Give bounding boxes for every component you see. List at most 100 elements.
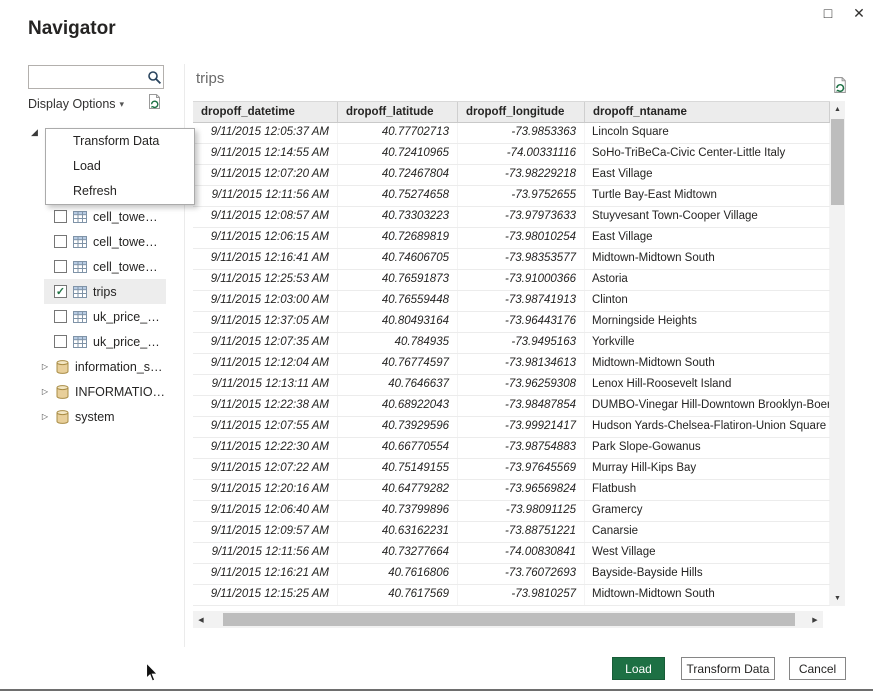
tree-item-label: cell_towe… — [93, 235, 158, 249]
table-cell: 9/11/2015 12:07:20 AM — [193, 165, 338, 185]
table-cell: 9/11/2015 12:16:41 AM — [193, 249, 338, 269]
table-icon — [73, 286, 87, 298]
column-header: dropoff_ntaname — [585, 102, 830, 122]
table-row: 9/11/2015 12:11:56 AM40.73277664-74.0083… — [193, 543, 830, 564]
search-input[interactable] — [29, 70, 145, 84]
close-icon[interactable]: ✕ — [849, 5, 869, 22]
table-cell: 9/11/2015 12:06:15 AM — [193, 228, 338, 248]
table-cell: Astoria — [585, 270, 830, 290]
table-cell: 40.7616806 — [338, 564, 458, 584]
table-cell: Hudson Yards-Chelsea-Flatiron-Union Squa… — [585, 417, 830, 437]
table-cell: -73.9810257 — [458, 585, 585, 605]
table-cell: -73.76072693 — [458, 564, 585, 584]
table-row: 9/11/2015 12:07:22 AM40.75149155-73.9764… — [193, 459, 830, 480]
tree-folder-label: INFORMATIO… — [75, 385, 165, 399]
table-row: 9/11/2015 12:16:41 AM40.74606705-73.9835… — [193, 249, 830, 270]
chevron-right-icon[interactable]: ▷ — [40, 412, 50, 421]
table-cell: Gramercy — [585, 501, 830, 521]
cancel-button[interactable]: Cancel — [789, 657, 846, 680]
refresh-icon[interactable] — [146, 93, 163, 110]
table-cell: -74.00331116 — [458, 144, 585, 164]
checkbox-icon[interactable] — [54, 210, 67, 223]
table-cell: Stuyvesant Town-Cooper Village — [585, 207, 830, 227]
checkbox-icon[interactable] — [54, 260, 67, 273]
maximize-icon[interactable]: □ — [818, 5, 838, 21]
table-cell: 9/11/2015 12:07:22 AM — [193, 459, 338, 479]
table-row: 9/11/2015 12:37:05 AM40.80493164-73.9644… — [193, 312, 830, 333]
table-cell: -73.99921417 — [458, 417, 585, 437]
display-options-dropdown[interactable]: Display Options ▾ — [28, 97, 124, 111]
tree-item-uk-price[interactable]: uk_price_… — [44, 304, 166, 329]
tree-item-cell-towe[interactable]: cell_towe… — [44, 254, 166, 279]
table-cell: 9/11/2015 12:06:40 AM — [193, 501, 338, 521]
table-row: 9/11/2015 12:11:56 AM40.75274658-73.9752… — [193, 186, 830, 207]
tree-item-label: trips — [93, 285, 117, 299]
table-cell: East Village — [585, 165, 830, 185]
table-cell: 40.75149155 — [338, 459, 458, 479]
table-cell: 9/11/2015 12:09:57 AM — [193, 522, 338, 542]
tree-expanded-arrow-icon[interactable]: ◢ — [31, 127, 38, 138]
checkbox-icon[interactable] — [54, 335, 67, 348]
tree-item-cell-towe[interactable]: cell_towe… — [44, 229, 166, 254]
table-cell: 9/11/2015 12:05:37 AM — [193, 123, 338, 143]
menu-item-refresh[interactable]: Refresh — [46, 179, 194, 204]
table-cell: 40.7646637 — [338, 375, 458, 395]
dialog-title: Navigator — [28, 18, 116, 40]
tree-folder-information-s[interactable]: ▷ information_s… — [40, 354, 174, 379]
load-button[interactable]: Load — [612, 657, 665, 680]
table-cell: 9/11/2015 12:14:55 AM — [193, 144, 338, 164]
table-row: 9/11/2015 12:07:20 AM40.72467804-73.9822… — [193, 165, 830, 186]
table-cell: -73.98487854 — [458, 396, 585, 416]
table-cell: -73.98353577 — [458, 249, 585, 269]
table-cell: 9/11/2015 12:03:00 AM — [193, 291, 338, 311]
table-cell: -73.98741913 — [458, 291, 585, 311]
table-cell: 40.72410965 — [338, 144, 458, 164]
tree-folder-system[interactable]: ▷system — [40, 404, 174, 429]
scroll-up-icon[interactable]: ▲ — [830, 101, 845, 117]
table-row: 9/11/2015 12:03:00 AM40.76559448-73.9874… — [193, 291, 830, 312]
table-row: 9/11/2015 12:14:55 AM40.72410965-74.0033… — [193, 144, 830, 165]
menu-item-load[interactable]: Load — [46, 154, 194, 179]
database-icon — [56, 410, 69, 424]
table-cell: Midtown-Midtown South — [585, 249, 830, 269]
table-cell: -73.98010254 — [458, 228, 585, 248]
table-cell: 9/11/2015 12:11:56 AM — [193, 186, 338, 206]
tree-item-label: uk_price_… — [93, 310, 160, 324]
tree-item-cell-towe[interactable]: cell_towe… — [44, 204, 166, 229]
table-cell: 9/11/2015 12:13:11 AM — [193, 375, 338, 395]
vertical-scroll-thumb[interactable] — [831, 119, 844, 205]
table-cell: 40.74606705 — [338, 249, 458, 269]
tree-item-trips[interactable]: ✓ trips — [44, 279, 166, 304]
table-row: 9/11/2015 12:15:25 AM40.7617569-73.98102… — [193, 585, 830, 606]
table-cell: 9/11/2015 12:07:55 AM — [193, 417, 338, 437]
table-cell: Bayside-Bayside Hills — [585, 564, 830, 584]
table-cell: -73.9853363 — [458, 123, 585, 143]
refresh-preview-icon[interactable] — [831, 76, 849, 94]
column-header: dropoff_longitude — [458, 102, 585, 122]
checkbox-checked-icon[interactable]: ✓ — [54, 285, 67, 298]
chevron-right-icon[interactable]: ▷ — [40, 362, 50, 371]
scroll-right-icon[interactable]: ▶ — [807, 611, 823, 628]
tree-folder-informatio[interactable]: ▷ INFORMATIO… — [40, 379, 174, 404]
transform-data-button[interactable]: Transform Data — [681, 657, 775, 680]
search-icon[interactable] — [145, 70, 163, 85]
menu-item-transform-data[interactable]: Transform Data — [46, 129, 194, 154]
tree-folder-label: information_s… — [75, 360, 163, 374]
horizontal-scroll-thumb[interactable] — [223, 613, 795, 626]
scroll-left-icon[interactable]: ◀ — [193, 611, 209, 628]
table-cell: 40.72689819 — [338, 228, 458, 248]
table-cell: -73.98229218 — [458, 165, 585, 185]
table-row: 9/11/2015 12:05:37 AM40.77702713-73.9853… — [193, 123, 830, 144]
chevron-right-icon[interactable]: ▷ — [40, 387, 50, 396]
table-cell: 40.80493164 — [338, 312, 458, 332]
vertical-scrollbar[interactable]: ▲ ▼ — [830, 101, 845, 606]
checkbox-icon[interactable] — [54, 310, 67, 323]
tree-item-uk-price[interactable]: uk_price_… — [44, 329, 166, 354]
scroll-down-icon[interactable]: ▼ — [830, 590, 845, 606]
table-cell: Midtown-Midtown South — [585, 585, 830, 605]
table-cell: 40.64779282 — [338, 480, 458, 500]
table-cell: 40.73929596 — [338, 417, 458, 437]
table-row: 9/11/2015 12:12:04 AM40.76774597-73.9813… — [193, 354, 830, 375]
checkbox-icon[interactable] — [54, 235, 67, 248]
horizontal-scrollbar[interactable]: ◀ ▶ — [193, 611, 823, 628]
